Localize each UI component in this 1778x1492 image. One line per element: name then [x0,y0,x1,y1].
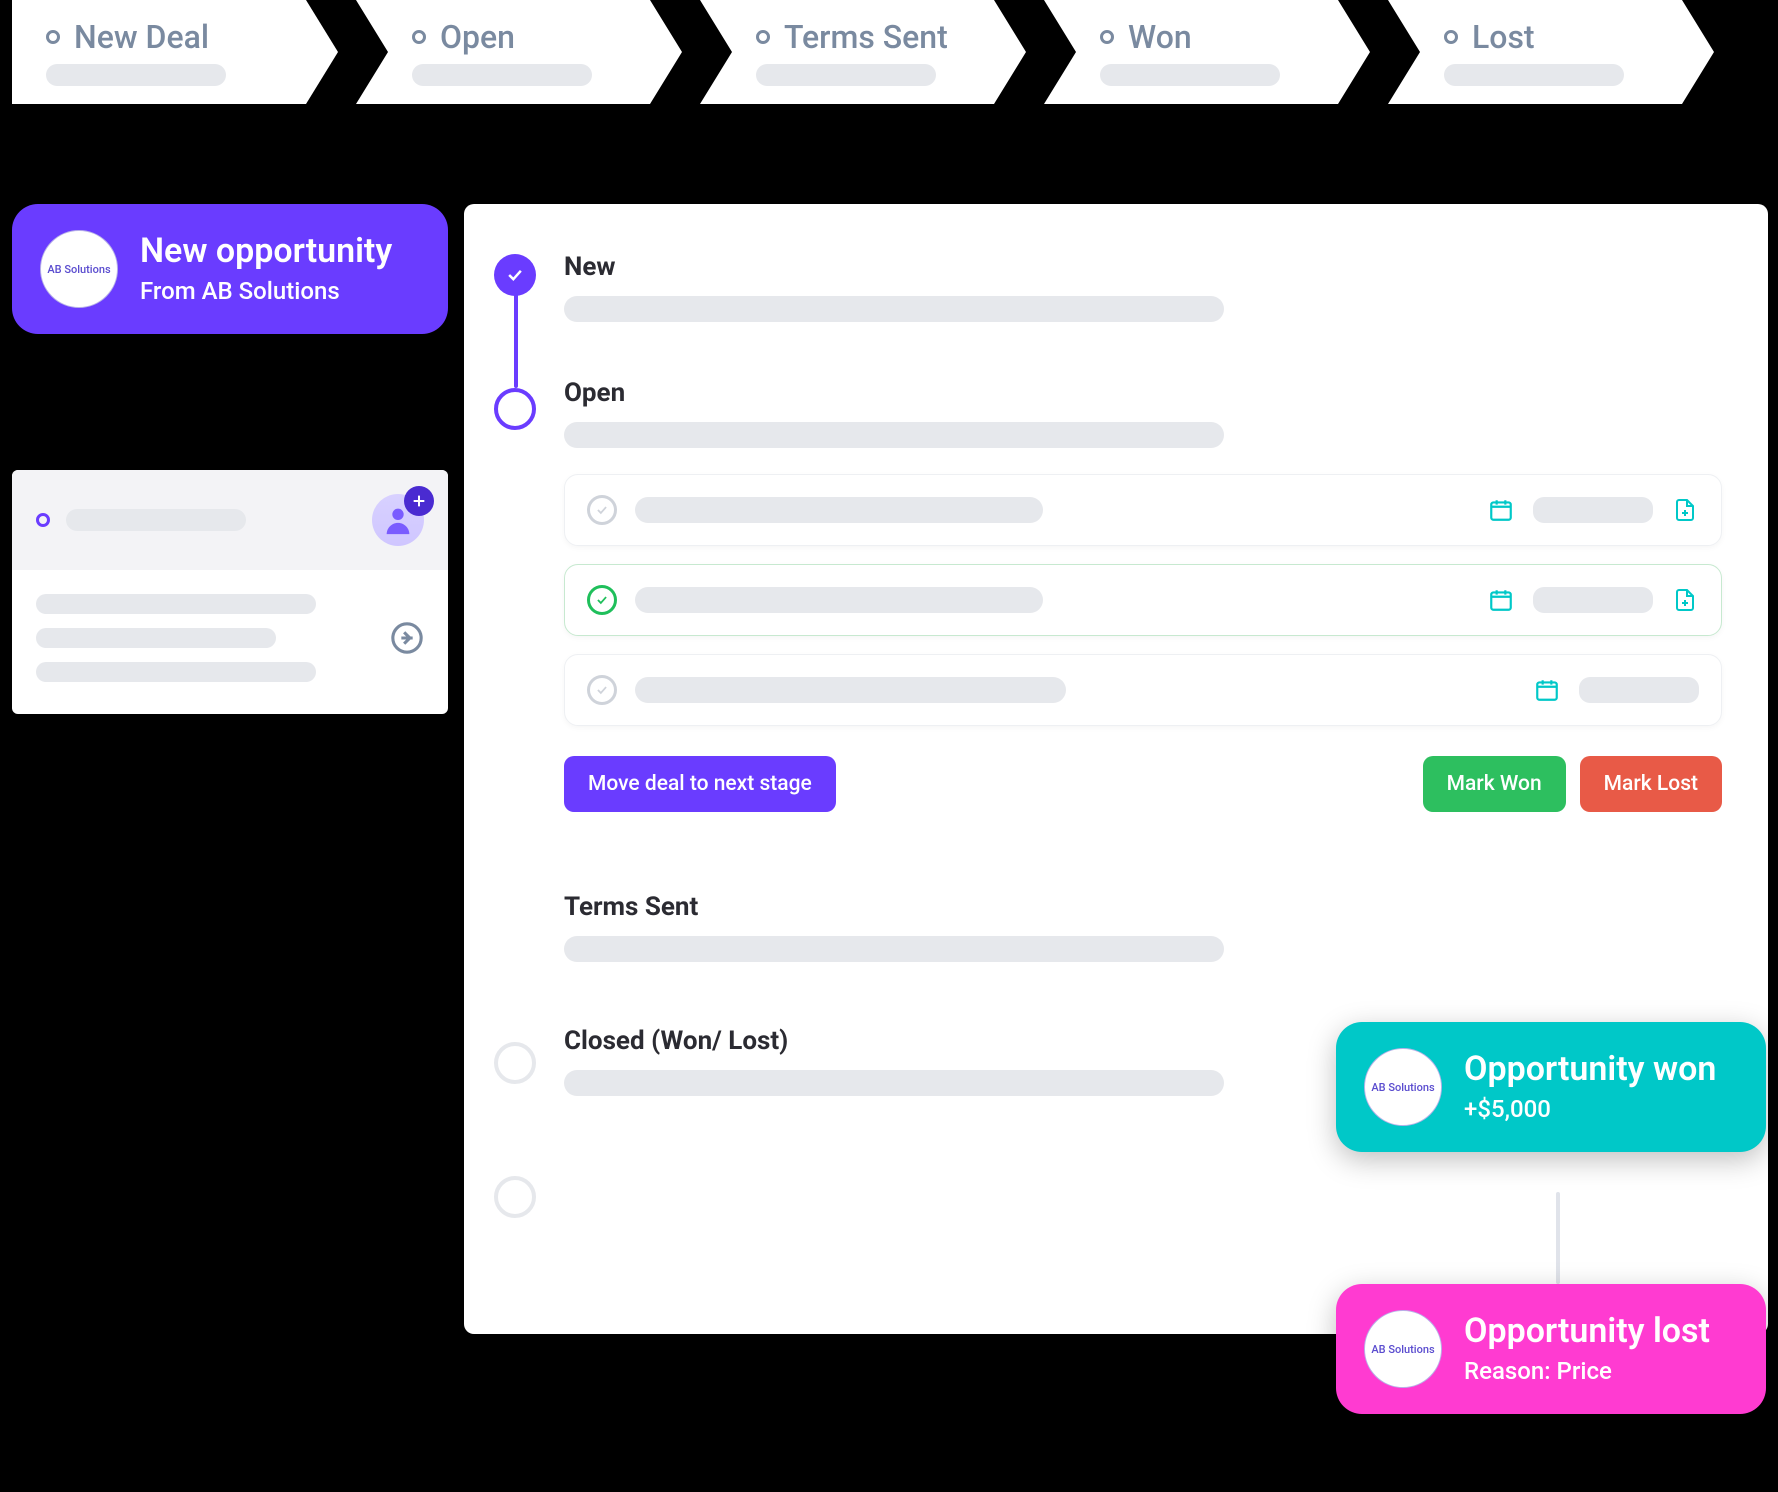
notif-subtitle: From AB Solutions [140,277,392,305]
step-title: Open [564,378,1722,408]
stage-won[interactable]: Won [1044,0,1370,104]
task-check[interactable] [587,675,617,705]
timeline-step-new: New [564,252,1722,322]
stage-label: Lost [1472,18,1535,56]
add-contact-button[interactable] [404,486,434,516]
stage-new-deal[interactable]: New Deal [12,0,338,104]
step-placeholder [564,936,1224,962]
company-avatar: AB Solutions [1364,1310,1442,1388]
stage-placeholder [1100,64,1280,86]
plus-icon [411,493,427,509]
contact-line [36,628,276,648]
task-list [564,474,1722,726]
step-title: Terms Sent [564,892,1722,922]
contact-card [12,470,448,714]
timeline-node-closed [494,1176,536,1218]
task-date-placeholder [1533,587,1653,613]
check-icon [595,593,609,607]
stage-placeholder [412,64,592,86]
stage-placeholder [46,64,226,86]
stage-label: New Deal [74,18,209,56]
contact-line [36,594,316,614]
step-placeholder [564,422,1224,448]
action-row: Move deal to next stage Mark Won Mark Lo… [564,756,1722,812]
timeline-step-open: Open [564,378,1722,812]
step-placeholder [564,296,1224,322]
task-check[interactable] [587,585,617,615]
task-date-placeholder [1579,677,1699,703]
company-avatar: AB Solutions [1364,1048,1442,1126]
stage-lost[interactable]: Lost [1388,0,1714,104]
opportunity-won-card[interactable]: AB Solutions Opportunity won +$5,000 [1336,1022,1766,1152]
stage-label: Won [1128,18,1192,56]
task-row[interactable] [564,564,1722,636]
calendar-icon[interactable] [1533,676,1561,704]
check-icon [505,265,525,285]
check-icon [595,503,609,517]
contact-line [36,662,316,682]
file-plus-icon[interactable] [1671,586,1699,614]
timeline-node-open [494,388,536,430]
task-title-placeholder [635,587,1043,613]
timeline-panel: New Open [464,204,1768,1334]
notif-subtitle: Reason: Price [1464,1357,1710,1385]
card-connector [1556,1192,1560,1284]
contact-status-dot [36,513,50,527]
task-check[interactable] [587,495,617,525]
stage-label: Terms Sent [784,18,948,56]
stage-dot [1100,30,1114,44]
check-icon [595,683,609,697]
arrow-right-circle-icon [390,621,424,655]
task-title-placeholder [635,677,1066,703]
file-plus-icon[interactable] [1671,496,1699,524]
task-title-placeholder [635,497,1043,523]
timeline-node-terms [494,1042,536,1084]
mark-lost-button[interactable]: Mark Lost [1580,756,1722,812]
notif-title: Opportunity won [1464,1051,1716,1088]
stage-placeholder [1444,64,1624,86]
open-contact-button[interactable] [390,621,424,655]
contact-header [12,470,448,570]
stage-dot [756,30,770,44]
stage-open[interactable]: Open [356,0,682,104]
notif-title: Opportunity lost [1464,1313,1710,1350]
company-avatar: AB Solutions [40,230,118,308]
stage-label: Open [440,18,515,56]
stage-terms-sent[interactable]: Terms Sent [700,0,1026,104]
task-date-placeholder [1533,497,1653,523]
notif-subtitle: +$5,000 [1464,1095,1716,1123]
calendar-icon[interactable] [1487,586,1515,614]
stage-placeholder [756,64,936,86]
timeline-step-terms: Terms Sent [564,892,1722,962]
move-next-stage-button[interactable]: Move deal to next stage [564,756,836,812]
new-opportunity-card[interactable]: AB Solutions New opportunity From AB Sol… [12,204,448,334]
opportunity-lost-card[interactable]: AB Solutions Opportunity lost Reason: Pr… [1336,1284,1766,1414]
pipeline-stages: New Deal Open Terms Sent Won Lost [12,0,1714,104]
calendar-icon[interactable] [1487,496,1515,524]
stage-dot [1444,30,1458,44]
stage-dot [46,30,60,44]
stage-dot [412,30,426,44]
timeline-node-new [494,254,536,296]
step-title: New [564,252,1722,282]
step-placeholder [564,1070,1224,1096]
task-row[interactable] [564,654,1722,726]
notif-title: New opportunity [140,233,392,270]
mark-won-button[interactable]: Mark Won [1423,756,1566,812]
task-row[interactable] [564,474,1722,546]
contact-name-placeholder [66,509,246,531]
